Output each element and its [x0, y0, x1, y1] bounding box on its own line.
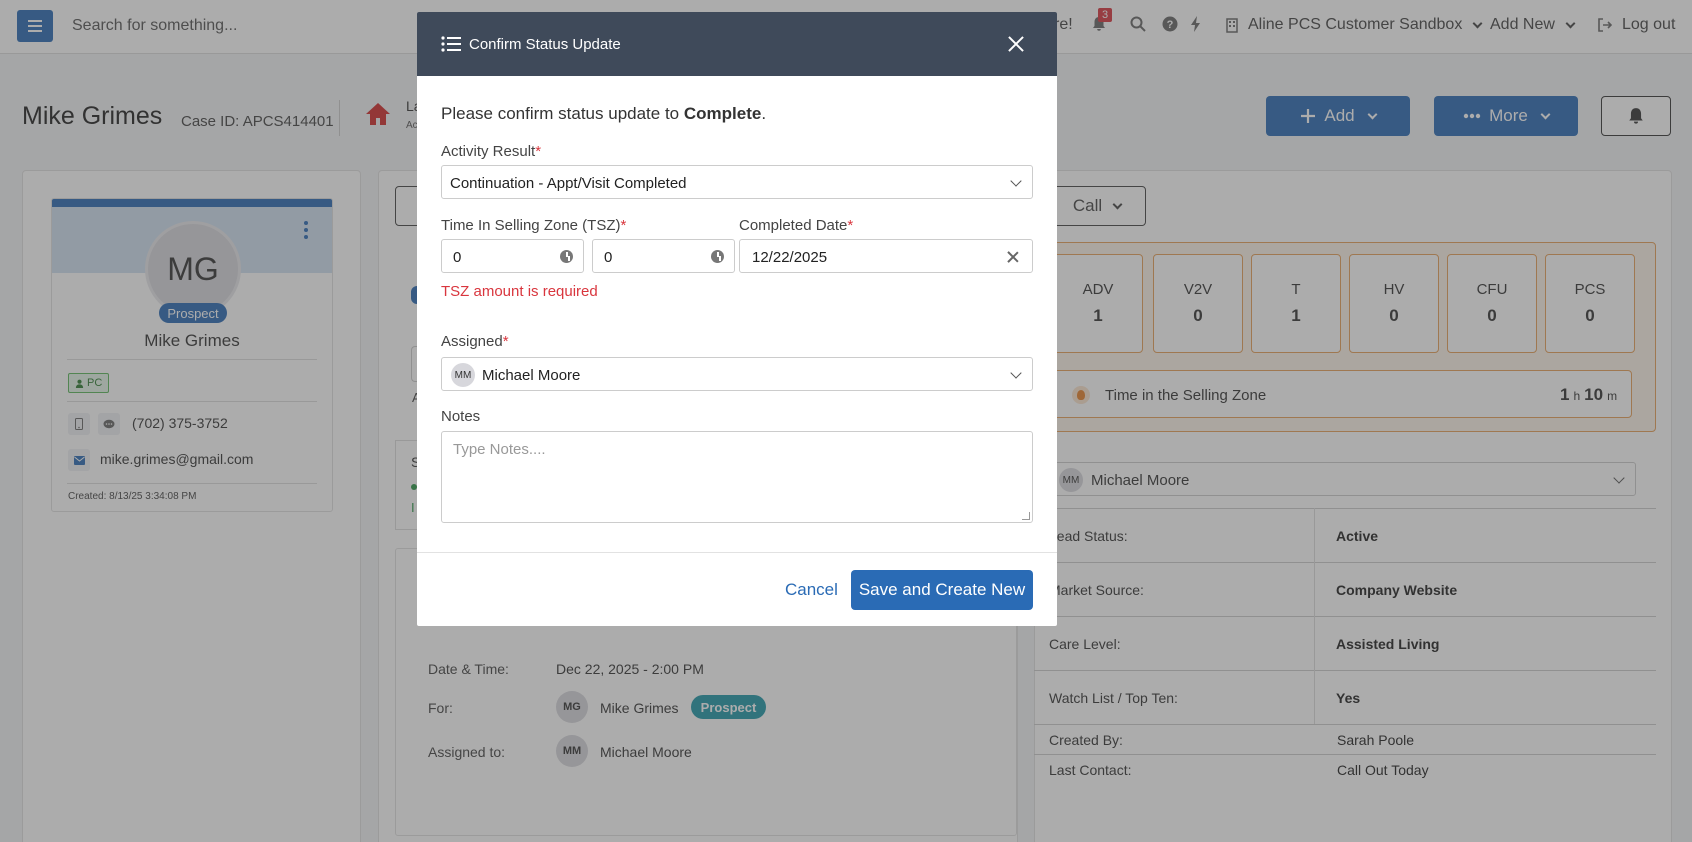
confirm-status-modal: Confirm Status Update Please confirm sta…: [417, 12, 1057, 626]
input-value: 0: [604, 249, 613, 266]
label-text: Time In Selling Zone (TSZ): [441, 217, 621, 234]
confirm-prefix: Please confirm status update to: [441, 104, 684, 123]
close-icon[interactable]: [1006, 34, 1026, 54]
required-mark: *: [535, 143, 542, 160]
modal-header: Confirm Status Update: [417, 12, 1057, 76]
notes-textarea[interactable]: Type Notes....: [441, 431, 1033, 523]
select-value: Continuation - Appt/Visit Completed: [450, 175, 687, 192]
tsz-hours-input[interactable]: 0: [441, 239, 584, 273]
required-mark: *: [620, 217, 627, 234]
required-mark: *: [847, 217, 854, 234]
clock-icon: [711, 250, 724, 263]
input-value: 12/22/2025: [752, 249, 828, 266]
label-text: Completed Date: [739, 217, 848, 234]
clear-icon[interactable]: [1006, 250, 1020, 264]
tsz-minutes-input[interactable]: 0: [592, 239, 735, 273]
assigned-select[interactable]: MM Michael Moore: [441, 357, 1033, 391]
cancel-button[interactable]: Cancel: [785, 580, 838, 600]
chevron-down-icon: [1010, 175, 1022, 187]
tsz-field-label: Time In Selling Zone (TSZ)*: [441, 217, 626, 234]
assigned-label: Assigned*: [441, 333, 509, 350]
label-text: Activity Result: [441, 143, 536, 160]
activity-result-select[interactable]: Continuation - Appt/Visit Completed: [441, 165, 1033, 199]
label-text: Assigned: [441, 333, 503, 350]
notes-placeholder: Type Notes....: [453, 441, 546, 458]
list-icon: [441, 36, 461, 52]
confirm-status: Complete: [683, 104, 762, 123]
resize-handle-icon[interactable]: [1022, 512, 1030, 520]
completed-date-input[interactable]: 12/22/2025: [739, 239, 1033, 273]
select-value: Michael Moore: [482, 367, 581, 384]
chevron-down-icon: [1010, 367, 1022, 379]
notes-label: Notes: [441, 408, 481, 425]
confirm-suffix: .: [761, 104, 767, 123]
activity-result-label: Activity Result*: [441, 143, 541, 160]
tsz-error-message: TSZ amount is required: [441, 283, 598, 300]
save-and-create-new-button[interactable]: Save and Create New: [851, 570, 1033, 610]
divider: [417, 552, 1057, 553]
modal-title: Confirm Status Update: [469, 36, 621, 53]
confirm-message: Please confirm status update to Complete…: [441, 104, 766, 124]
avatar: MM: [451, 363, 475, 387]
required-mark: *: [502, 333, 509, 350]
input-value: 0: [453, 249, 462, 266]
completed-date-label: Completed Date*: [739, 217, 853, 234]
clock-icon: [560, 250, 573, 263]
